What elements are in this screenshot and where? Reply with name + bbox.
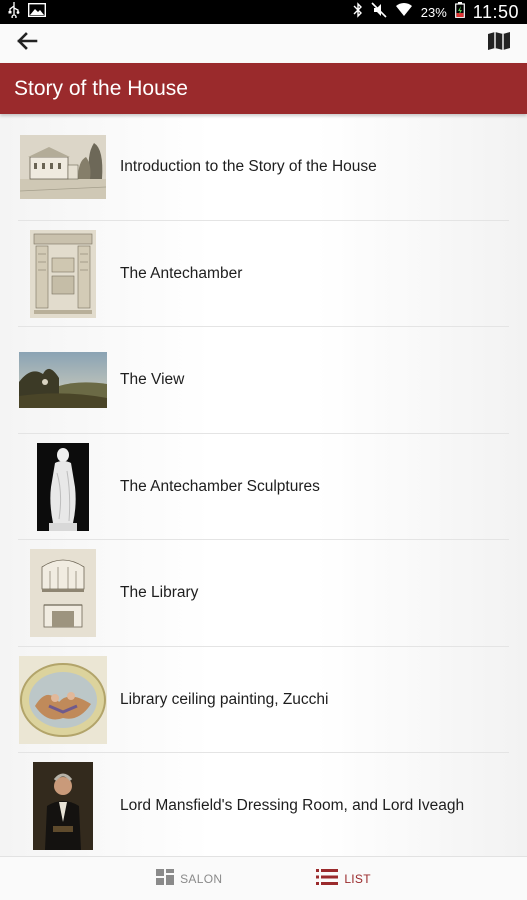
thumbnail-slot [18, 229, 108, 318]
list-item-view[interactable]: The View [0, 327, 527, 434]
thumbnail-slot [18, 655, 108, 744]
status-left [8, 1, 47, 23]
landscape-painting-thumbnail [19, 352, 107, 409]
list-item-antechamber[interactable]: The Antechamber [0, 221, 527, 328]
tab-list[interactable]: LIST [316, 869, 371, 888]
usb-icon [8, 1, 20, 23]
page-title: Story of the House [14, 76, 188, 100]
page-title-bar: Story of the House [0, 63, 527, 114]
list-item-label: The Antechamber [120, 264, 243, 282]
list-icon [316, 869, 339, 888]
list-item-dressing-room[interactable]: Lord Mansfield's Dressing Room, and Lord… [0, 753, 527, 856]
thumbnail-slot [18, 135, 108, 200]
thumbnail-slot [18, 442, 108, 531]
list-item-label: The Library [120, 584, 199, 602]
list-item-label: Lord Mansfield's Dressing Room, and Lord… [120, 797, 465, 815]
battery-icon [454, 1, 465, 23]
list-item-library-ceiling[interactable]: Library ceiling painting, Zucchi [0, 647, 527, 754]
engraving-house-thumbnail [20, 135, 106, 200]
map-icon[interactable] [487, 31, 511, 56]
battery-percent: 23% [420, 4, 447, 20]
portrait-painting-thumbnail [33, 762, 93, 851]
sculpture-photo-thumbnail [37, 442, 89, 531]
list-item-antechamber-sculptures[interactable]: The Antechamber Sculptures [0, 434, 527, 541]
list-item-label: Introduction to the Story of the House [120, 158, 377, 176]
list-item-label: Library ceiling painting, Zucchi [120, 690, 329, 708]
bluetooth-icon [353, 1, 363, 23]
list-item-label: The Antechamber Sculptures [120, 477, 320, 495]
list-item-introduction[interactable]: Introduction to the Story of the House [0, 114, 527, 221]
thumbnail-slot [18, 352, 108, 409]
tab-list-label: LIST [344, 871, 371, 886]
ceiling-painting-thumbnail [19, 655, 107, 744]
list-item-library[interactable]: The Library [0, 540, 527, 647]
clock: 11:50 [472, 1, 519, 22]
status-right: 23% 11:50 [353, 1, 519, 23]
thumbnail-slot [18, 762, 108, 851]
image-notification-icon [27, 2, 47, 22]
arrow-left-icon[interactable] [16, 32, 38, 55]
mute-icon [371, 1, 387, 23]
tab-salon[interactable]: SALON [156, 869, 222, 888]
architectural-drawing-thumbnail [30, 229, 96, 318]
list-item-label: The View [120, 371, 185, 389]
tab-salon-label: SALON [180, 871, 223, 886]
status-bar: 23% 11:50 [0, 0, 527, 24]
thumbnail-slot [18, 549, 108, 638]
grid-icon [156, 869, 175, 888]
app-bar [0, 24, 527, 63]
bottom-nav: SALON LIST [0, 856, 527, 900]
library-drawing-thumbnail [30, 549, 96, 638]
story-list: Introduction to the Story of the House T… [0, 114, 527, 856]
wifi-icon [395, 2, 413, 23]
